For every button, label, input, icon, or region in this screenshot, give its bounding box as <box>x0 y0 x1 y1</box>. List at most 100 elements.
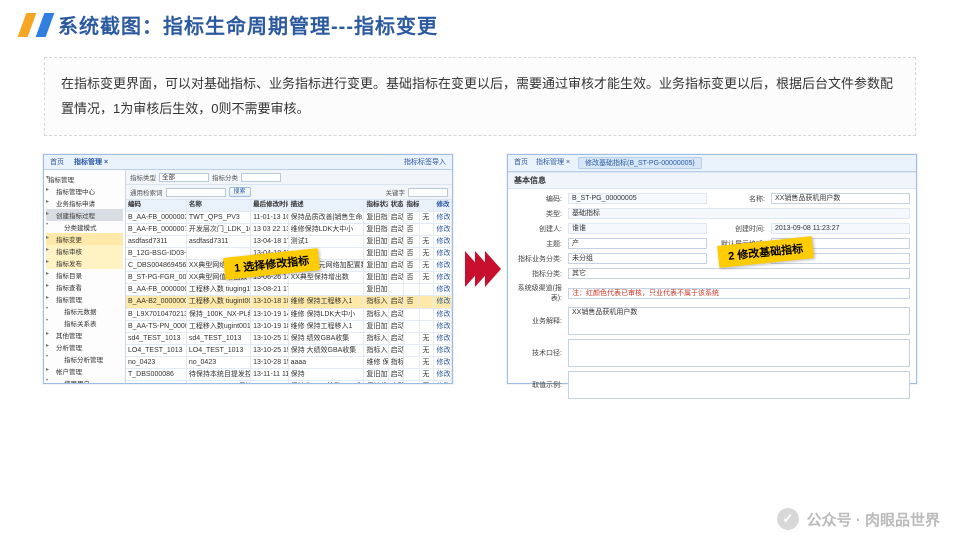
cell <box>404 284 420 295</box>
tree-item[interactable]: 分类建模式 <box>46 221 123 233</box>
tree-item[interactable]: 指标查看 <box>46 281 123 293</box>
wechat-icon: ✓ <box>777 508 799 530</box>
tree-item[interactable]: 其他管理 <box>46 329 123 341</box>
tree-item[interactable]: 分析管理 <box>46 341 123 353</box>
search-button[interactable]: 搜索 <box>229 187 251 197</box>
edit-link[interactable]: 修改 <box>434 321 452 332</box>
edit-link[interactable]: 修改 <box>434 260 452 271</box>
edit-link[interactable]: 修改 <box>434 309 452 320</box>
cell: 13-10-28 15:11 <box>251 357 289 368</box>
column-header[interactable]: 最后修改时间 <box>251 200 289 210</box>
tab-indicator-mgmt[interactable]: 指标管理 × <box>74 157 108 167</box>
table-row[interactable]: B_AA-TS-PN_00000001工程移入数ugint00113-10-19… <box>126 321 452 333</box>
tree-item[interactable]: 指标目录 <box>46 269 123 281</box>
tree-item[interactable]: 创建指标过程 <box>46 209 123 221</box>
tree-item[interactable]: 指标元数据 <box>46 305 123 317</box>
tree-item[interactable]: 指标管理 <box>46 173 123 185</box>
tree-item[interactable]: 指标审核 <box>46 245 123 257</box>
tree-item[interactable]: 业务指标申请 <box>46 197 123 209</box>
table-row[interactable]: T_DBS000086待保持本统目提发控制派出数13-11-11 11:47保持… <box>126 369 452 381</box>
table-row[interactable]: B_ST-PG-FGR_00000002XX典型网值增出数13-06-26 14… <box>126 272 452 284</box>
edit-form: 编码: B_ST-PG_00000005 名称: XX销售品获机用户数 类型: … <box>508 189 916 403</box>
table-row[interactable]: B_AA-B2_00000001工程移入数 tiugint00213-10-18… <box>126 296 452 308</box>
tree-item[interactable]: 指标分析管理 <box>46 353 123 365</box>
nav-tree[interactable]: 指标管理指标管理中心业务指标申请创建指标过程分类建模式指标变更指标审核指标发布指… <box>44 170 126 383</box>
edit-link[interactable]: 修改 <box>434 369 452 380</box>
field-syschan[interactable]: 注：红颜色代表已审核，只业代表不属于该系统 <box>568 288 910 299</box>
edit-link[interactable]: 修改 <box>434 284 452 295</box>
tree-item[interactable]: 指标管理 <box>46 293 123 305</box>
cell: 无 <box>420 272 434 283</box>
tree-item[interactable]: 使用用户 <box>46 377 123 383</box>
cell: 否 <box>404 236 420 247</box>
cell: 无 <box>420 357 434 368</box>
cell: 启动 <box>389 381 405 383</box>
table-row[interactable]: sd4_TEST_1013sd4_TEST_101313-10-25 13:52… <box>126 333 452 345</box>
filter-kw2-input[interactable] <box>408 188 448 197</box>
tree-item[interactable]: 指标关系表 <box>46 317 123 329</box>
cell: B_AA-TS-PN_00000001 <box>126 321 187 332</box>
cell: 启动 <box>389 333 405 344</box>
label-bizdesc: 业务解释: <box>514 316 562 326</box>
field-example[interactable] <box>568 371 910 399</box>
tree-item[interactable]: 指标管理中心 <box>46 185 123 197</box>
table-row[interactable]: B_AA-FB_00000001工程移入数 tiuging100113-08-2… <box>126 284 452 296</box>
column-header[interactable]: 编码 <box>126 200 187 210</box>
column-header[interactable]: 指标属性 <box>404 200 420 210</box>
cell: B_ST-PG-FGR_00000002 <box>126 272 187 283</box>
table-row[interactable]: B_AA-FB_00000035TWT_QPS_PV311-01-13 10:5… <box>126 212 452 224</box>
cell <box>404 309 420 320</box>
edit-link[interactable]: 修改 <box>434 212 452 223</box>
page-title: 系统截图：指标生命周期管理---指标变更 <box>58 10 438 39</box>
edit-link[interactable]: 修改 <box>434 345 452 356</box>
tab-indicator-mgmt[interactable]: 指标管理 × <box>536 157 570 169</box>
tab-home[interactable]: 首页 <box>514 157 528 169</box>
section-basic-info: 基本信息 <box>508 172 916 189</box>
column-header[interactable]: 描述 <box>289 200 365 210</box>
cell: 维修 保持工程移入1 <box>289 296 365 307</box>
field-bizclass[interactable]: 未分组 <box>568 253 707 264</box>
edit-link[interactable]: 修改 <box>434 248 452 259</box>
table-row[interactable]: B_L9X7010470213-A_000002保持_100K_NX-PL统计参… <box>126 309 452 321</box>
filter-type-select[interactable]: 全部 <box>159 173 209 182</box>
label-name: 名称: <box>713 194 765 204</box>
edit-link[interactable]: 修改 <box>434 296 452 307</box>
tab-home[interactable]: 首页 <box>50 157 64 167</box>
label-example: 取值示例: <box>514 380 562 390</box>
table-row[interactable]: LO4_TEST_1013LO4_TEST_101313-10-25 15:52… <box>126 345 452 357</box>
cell <box>389 284 405 295</box>
filter-cat-input[interactable] <box>241 173 281 182</box>
column-header[interactable]: 指标状态 <box>364 200 388 210</box>
cell: 启动 <box>389 248 405 259</box>
edit-link[interactable]: 修改 <box>434 224 452 235</box>
table-row[interactable]: T_00000020HR_LATT_1100保持入保持LATT 0113-11-… <box>126 381 452 383</box>
column-header[interactable]: 修改 <box>434 200 452 210</box>
table-row[interactable]: asdfasd7311asdfasd731113-04-18 17:22测试1复… <box>126 236 452 248</box>
column-header[interactable]: 状态 <box>389 200 405 210</box>
field-subject[interactable]: 产 <box>568 238 707 249</box>
breadcrumb-edit[interactable]: 修改基础指标(B_ST-PG-00000005) <box>578 157 702 169</box>
import-link[interactable]: 指标标签导入 <box>404 157 446 167</box>
edit-link[interactable]: 修改 <box>434 272 452 283</box>
tree-item[interactable]: 帐户管理 <box>46 365 123 377</box>
field-name[interactable]: XX销售品获机用户数 <box>771 193 910 204</box>
filter-keyword-input[interactable] <box>166 188 226 197</box>
slash-icon <box>18 13 37 37</box>
field-bizdesc[interactable]: XX销售品获机用户数 <box>568 307 910 335</box>
column-header[interactable] <box>420 200 434 210</box>
column-header[interactable]: 名称 <box>187 200 251 210</box>
label-creator: 创建人: <box>514 224 562 234</box>
edit-link[interactable]: 修改 <box>434 381 452 383</box>
edit-link[interactable]: 修改 <box>434 333 452 344</box>
cell: 维修保持LDK大中小 <box>289 224 365 235</box>
table-row[interactable]: no_0423no_042313-10-28 15:11aaaa维修 保持实验室… <box>126 357 452 369</box>
cell: no_0423 <box>126 357 187 368</box>
cell: 指标入库 <box>364 296 388 307</box>
field-caliber[interactable] <box>568 339 910 367</box>
field-cat[interactable]: 其它 <box>568 268 910 279</box>
tree-item[interactable]: 指标发布 <box>46 257 123 269</box>
table-row[interactable]: B_AA-FB_00000071开发层次门_LDK_100K_GBA_0113 … <box>126 224 452 236</box>
edit-link[interactable]: 修改 <box>434 236 452 247</box>
edit-link[interactable]: 修改 <box>434 357 452 368</box>
tree-item[interactable]: 指标变更 <box>46 233 123 245</box>
